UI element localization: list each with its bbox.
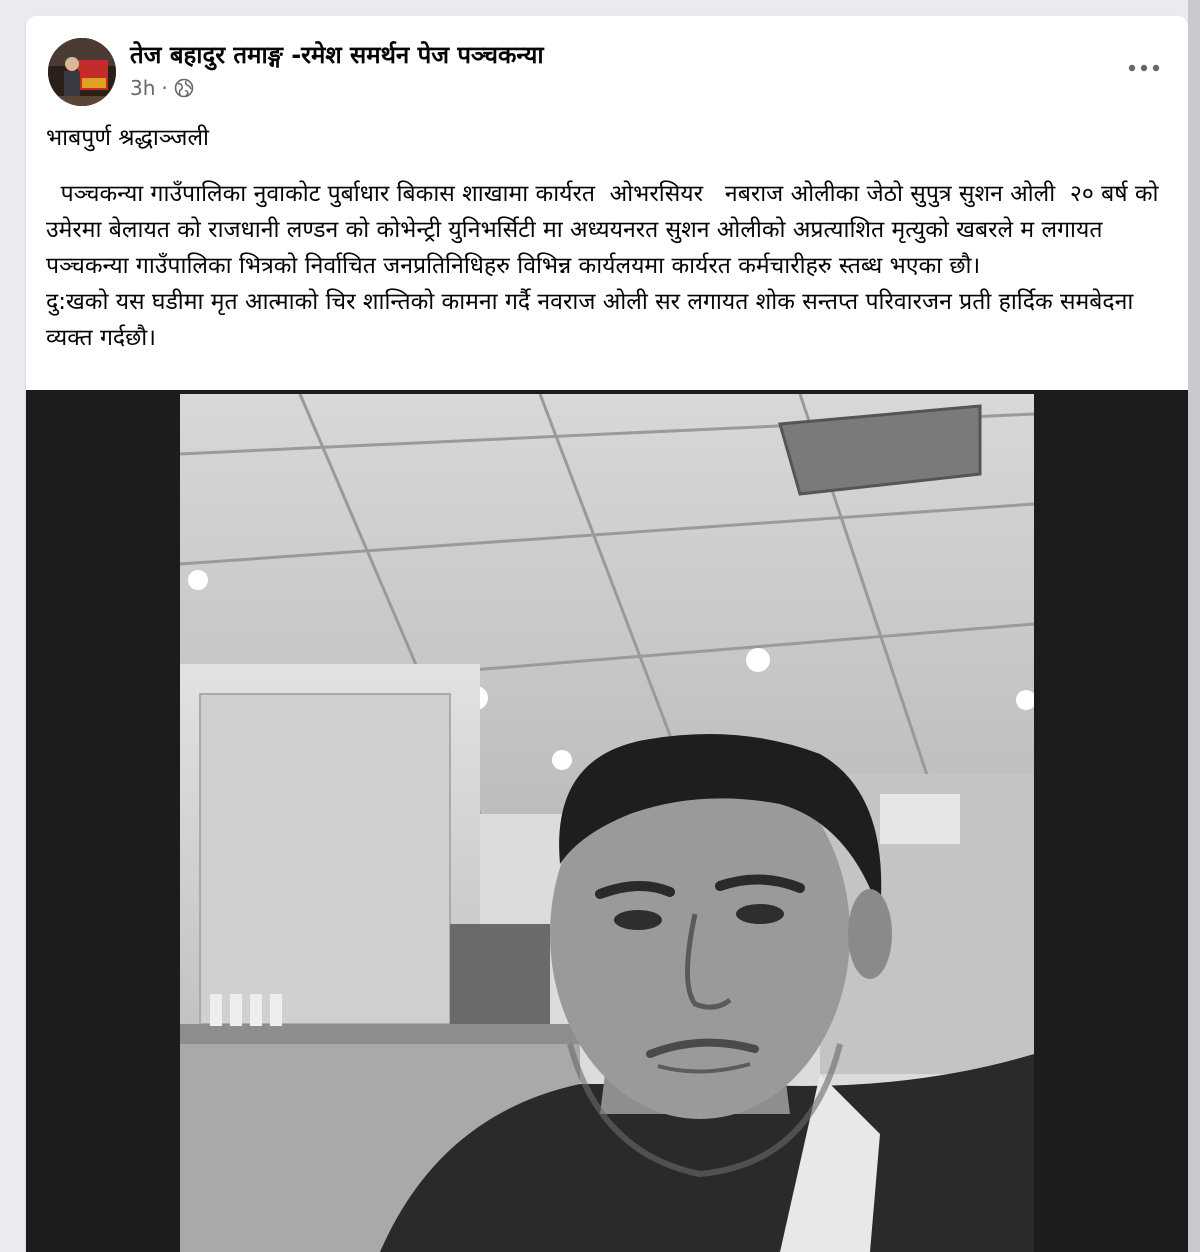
author-name[interactable]: तेज बहादुर तमाङ्ग -रमेश समर्थन पेज पञ्चक… <box>130 38 544 71</box>
more-options-button[interactable] <box>1122 54 1166 82</box>
post-title: भाबपुर्ण श्रद्धाञ्जली <box>46 125 209 151</box>
post-photo[interactable] <box>180 394 1034 1252</box>
avatar-image <box>48 38 116 106</box>
more-options-icon <box>1128 64 1160 72</box>
post-time[interactable]: 3h <box>130 76 155 100</box>
post-card: तेज बहादुर तमाङ्ग -रमेश समर्थन पेज पञ्चक… <box>26 16 1188 1252</box>
post-body: पञ्चकन्या गाउँपालिका नुवाकोट पुर्बाधार ब… <box>46 181 1159 351</box>
window-edge <box>1188 0 1200 1252</box>
post-meta: 3h · <box>130 76 194 100</box>
post-media <box>26 390 1188 1252</box>
post-header: तेज बहादुर तमाङ्ग -रमेश समर्थन पेज पञ्चक… <box>26 16 1188 116</box>
author-avatar[interactable] <box>48 38 116 106</box>
meta-separator: · <box>161 76 168 100</box>
portrait-photo <box>180 394 1034 1252</box>
globe-icon[interactable] <box>174 78 194 98</box>
post-text: भाबपुर्ण श्रद्धाञ्जली पञ्चकन्या गाउँपालि… <box>46 120 1166 356</box>
